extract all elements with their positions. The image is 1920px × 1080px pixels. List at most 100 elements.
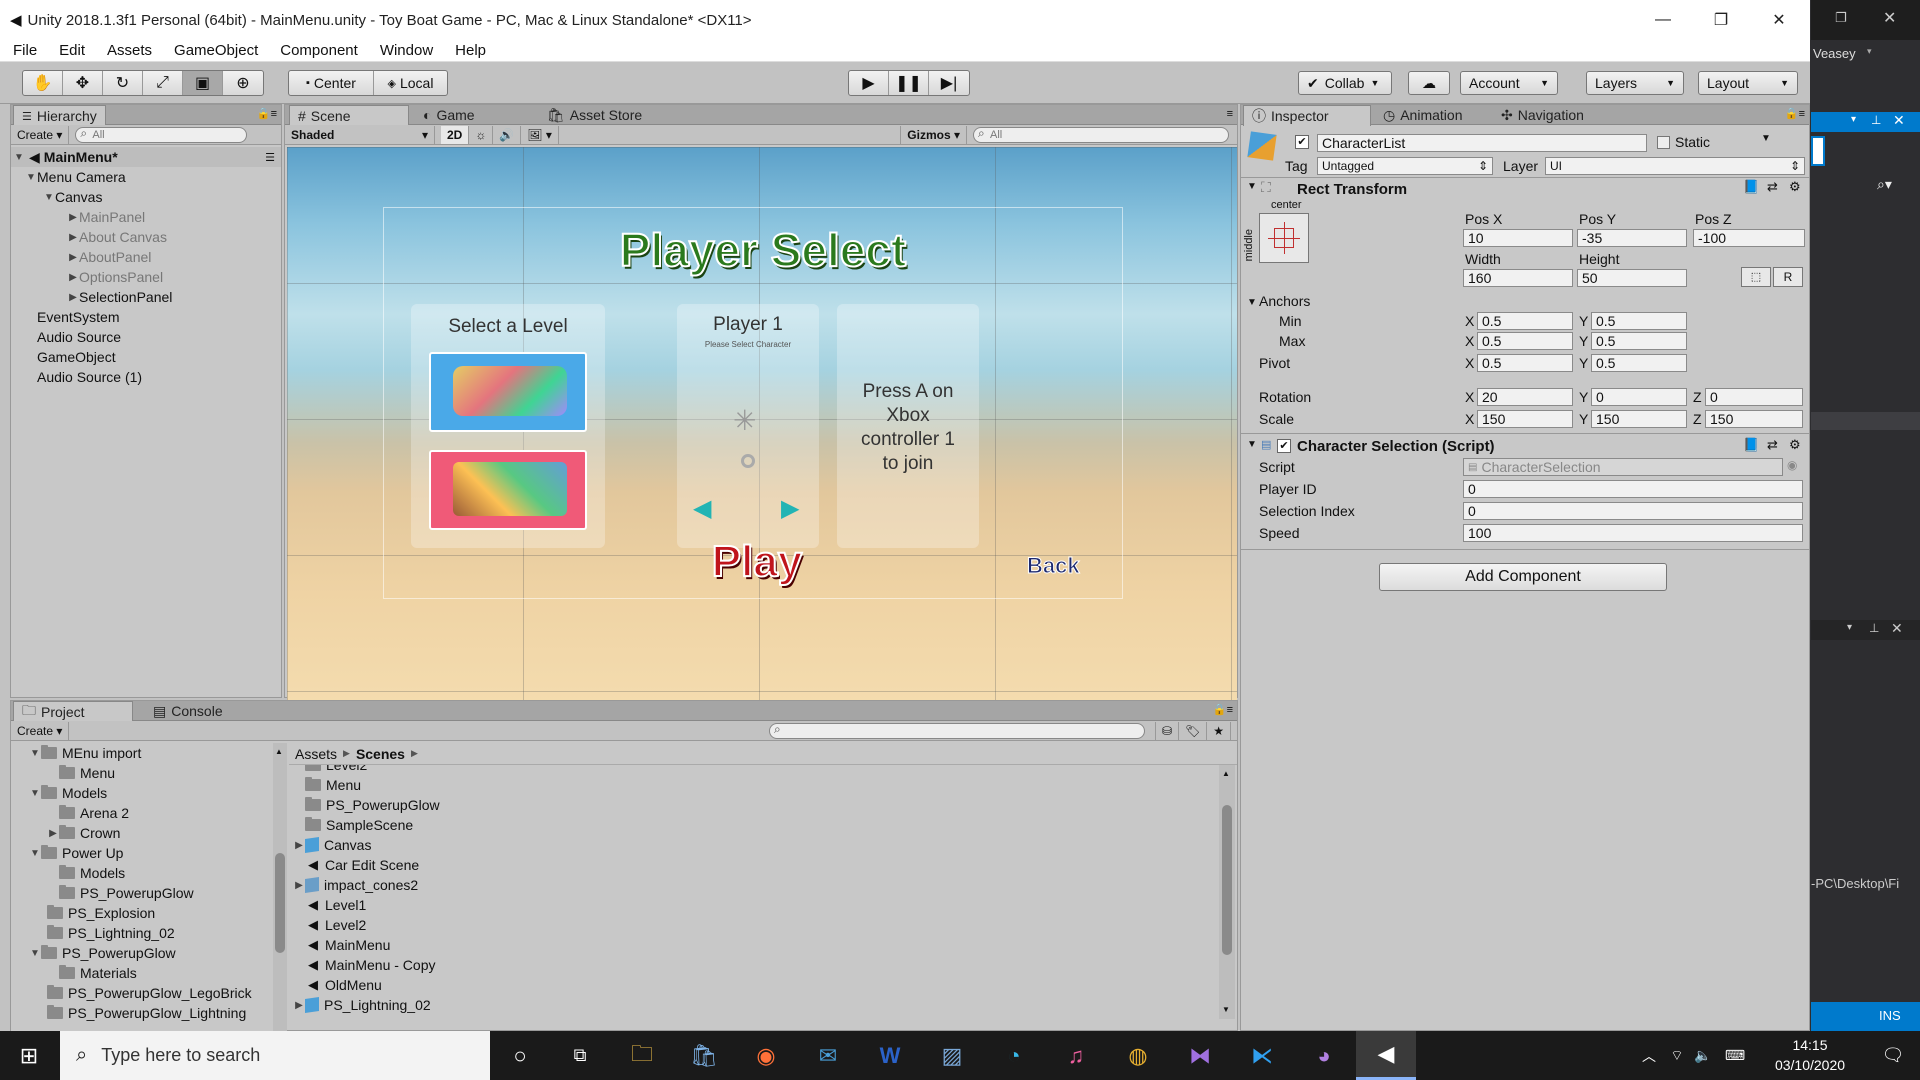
expand-icon[interactable]: ▼	[1247, 181, 1257, 192]
center-toggle[interactable]: ▪ Center	[289, 71, 374, 95]
ide-user-dropdown-icon[interactable]: ▾	[1867, 46, 1872, 57]
scale-y-field[interactable]: 150	[1591, 410, 1687, 428]
ide-close-icon[interactable]: ✕	[1883, 8, 1896, 28]
list-item[interactable]: ◀ MainMenu	[289, 935, 1219, 955]
height-field[interactable]: 50	[1577, 269, 1687, 287]
restore-button[interactable]: ❐	[1692, 0, 1750, 40]
play-icon[interactable]: ▶	[849, 71, 889, 95]
gear-icon[interactable]: ⚙	[1789, 179, 1801, 195]
local-toggle[interactable]: ◈ Local	[374, 71, 447, 95]
lock-icon[interactable]: 🔒≡	[1785, 107, 1805, 120]
audio-toggle-icon[interactable]: 🔊	[493, 125, 522, 144]
transform-tool-icon[interactable]: ⊕	[223, 71, 263, 95]
ide-restore-icon[interactable]: ❐	[1835, 10, 1847, 26]
pos-x-field[interactable]: 10	[1463, 229, 1573, 247]
rotation-z-field[interactable]: 0	[1705, 388, 1803, 406]
tab-animation[interactable]: ◷ Animation	[1375, 105, 1470, 125]
chrome-icon[interactable]: ◍	[1108, 1031, 1168, 1080]
pivot-x-field[interactable]: 0.5	[1477, 354, 1573, 372]
list-item[interactable]: ▶ PS_Lightning_02	[289, 995, 1219, 1015]
anchor-min-x-field[interactable]: 0.5	[1477, 312, 1573, 330]
list-item[interactable]: ▶ AboutPanel	[11, 247, 281, 267]
unity-taskbar-icon[interactable]: ◀	[1356, 1031, 1416, 1080]
ide-tab-close-icon[interactable]: ✕	[1893, 112, 1905, 129]
task-view-icon[interactable]: ⧉	[550, 1031, 610, 1080]
breadcrumb-assets[interactable]: Assets	[295, 746, 337, 762]
list-item[interactable]: Menu	[289, 775, 1219, 795]
clock-date[interactable]: 03/10/2020	[1766, 1057, 1854, 1073]
pos-z-field[interactable]: -100	[1693, 229, 1805, 247]
tab-inspector[interactable]: ⓘ Inspector	[1243, 105, 1371, 126]
cortana-icon[interactable]: ○	[490, 1031, 550, 1080]
raw-edit-button[interactable]: R	[1773, 267, 1803, 287]
list-item[interactable]: ◀ MainMenu - Copy	[289, 955, 1219, 975]
taskbar-search-box[interactable]: ⌕ Type here to search	[60, 1031, 490, 1080]
create-dropdown[interactable]: Create ▾	[11, 721, 70, 740]
lighting-toggle-icon[interactable]: ☼	[469, 125, 494, 144]
gizmos-dropdown[interactable]: Gizmos ▾	[900, 125, 967, 144]
back-button[interactable]: Back	[1027, 553, 1081, 579]
menu-component[interactable]: Component	[280, 42, 358, 59]
ide-menu-icon[interactable]: ▾	[1847, 622, 1852, 633]
scale-x-field[interactable]: 150	[1477, 410, 1573, 428]
breadcrumb-scenes[interactable]: Scenes	[356, 746, 405, 762]
preset-icon[interactable]: ⇄	[1767, 437, 1778, 453]
list-item[interactable]: ▶ Crown	[11, 823, 278, 843]
lock-icon[interactable]: 🔒≡	[257, 107, 277, 120]
static-dropdown-icon[interactable]: ▼	[1761, 133, 1771, 144]
filter-label-icon[interactable]: 🏷	[1179, 721, 1208, 740]
anchor-max-x-field[interactable]: 0.5	[1477, 332, 1573, 350]
list-item[interactable]: ▼ Menu Camera	[11, 167, 281, 187]
hand-tool-icon[interactable]: ✋	[23, 71, 63, 95]
photo-app-icon[interactable]: ▨	[922, 1031, 982, 1080]
help-icon[interactable]: 📘	[1743, 437, 1759, 453]
list-item[interactable]: SampleScene	[289, 815, 1219, 835]
list-item[interactable]: ▼ Models	[11, 783, 278, 803]
scene-search[interactable]: All	[973, 126, 1229, 143]
itunes-icon[interactable]: ♫	[1046, 1031, 1106, 1080]
expand-icon[interactable]: ▼	[1247, 439, 1257, 450]
firefox-icon[interactable]: ◉	[736, 1031, 796, 1080]
scene-viewport[interactable]: Player Select Select a Level Player 1 Pl…	[287, 147, 1237, 705]
tree-scrollbar[interactable]: ▲	[273, 743, 287, 1032]
pos-y-field[interactable]: -35	[1577, 229, 1687, 247]
rotation-y-field[interactable]: 0	[1591, 388, 1687, 406]
active-checkbox[interactable]: ✔	[1295, 135, 1309, 149]
minimize-button[interactable]: —	[1634, 0, 1692, 40]
blueprint-button[interactable]: ⬚	[1741, 267, 1771, 287]
anchor-max-y-field[interactable]: 0.5	[1591, 332, 1687, 350]
selection-index-field[interactable]: 0	[1463, 502, 1803, 520]
vscode-icon[interactable]: ⧔	[1232, 1031, 1292, 1080]
list-item[interactable]: PS_PowerupGlow	[289, 795, 1219, 815]
scroll-up-icon[interactable]: ▲	[1222, 769, 1230, 778]
create-dropdown[interactable]: Create ▾	[11, 125, 70, 144]
help-icon[interactable]: 📘	[1743, 179, 1759, 195]
list-item[interactable]: ▼ PS_PowerupGlow	[11, 943, 278, 963]
tab-navigation[interactable]: ✣ Navigation	[1493, 105, 1592, 125]
tab-console[interactable]: ▤ Console	[145, 701, 231, 721]
width-field[interactable]: 160	[1463, 269, 1573, 287]
menu-edit[interactable]: Edit	[59, 42, 85, 59]
clock-time[interactable]: 14:15	[1766, 1037, 1854, 1053]
static-checkbox[interactable]	[1657, 136, 1670, 149]
list-item[interactable]: Audio Source	[11, 327, 281, 347]
tag-dropdown[interactable]: Untagged ⇕	[1317, 157, 1493, 175]
ide-panel-close-icon[interactable]: ✕	[1891, 620, 1903, 637]
rotation-x-field[interactable]: 20	[1477, 388, 1573, 406]
filter-type-icon[interactable]: ⛁	[1154, 721, 1179, 740]
github-desktop-icon[interactable]: ◕	[1294, 1031, 1354, 1080]
mode-2d-toggle[interactable]: 2D	[441, 125, 470, 144]
move-tool-icon[interactable]: ✥	[63, 71, 103, 95]
file-list-scrollbar[interactable]: ▲ ▼	[1219, 765, 1235, 1019]
list-item[interactable]: PS_PowerupGlow_Lightning	[11, 1003, 278, 1023]
ide-pin-icon[interactable]: ⊥	[1871, 113, 1881, 127]
ide-menu-icon[interactable]: ▾	[1851, 114, 1856, 125]
list-item[interactable]: ▶ Canvas	[289, 835, 1219, 855]
list-item[interactable]: GameObject	[11, 347, 281, 367]
list-item[interactable]: Arena 2	[11, 803, 278, 823]
gear-icon[interactable]: ⚙	[1789, 437, 1801, 453]
favorite-star-icon[interactable]: ★	[1207, 721, 1231, 740]
add-component-button[interactable]: Add Component	[1379, 563, 1667, 591]
visual-studio-icon[interactable]: ⧓	[1170, 1031, 1230, 1080]
list-item[interactable]: PS_PowerupGlow	[11, 883, 278, 903]
